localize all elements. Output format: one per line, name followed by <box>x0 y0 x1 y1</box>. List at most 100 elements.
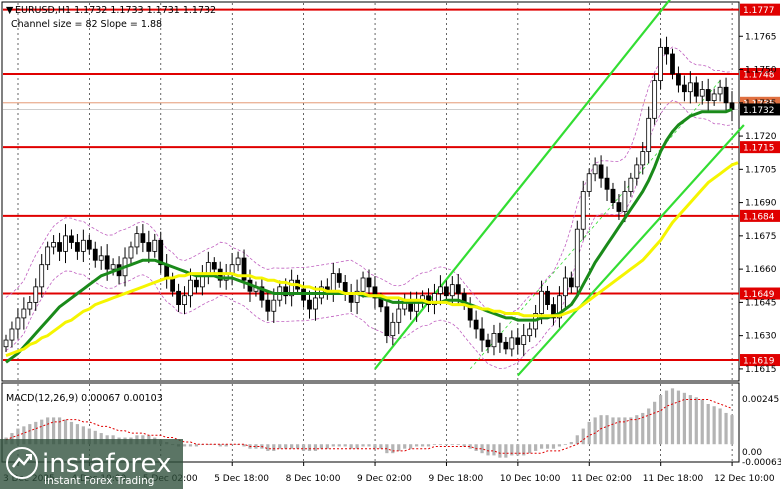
ytick-label-7: 1.1660 <box>745 265 777 275</box>
macd-bar-73 <box>438 444 443 446</box>
price-axis: 1.1765 1.1750 1.1735 1.1720 1.1705 1.1690 1.16… <box>739 32 777 375</box>
macd-bar-47 <box>284 444 288 449</box>
candle-body-39 <box>235 257 241 266</box>
level-label-0: 1.1777 <box>743 6 775 16</box>
macd-bar-66 <box>397 444 401 451</box>
candle-body-87 <box>521 335 527 345</box>
macd-tick-zero: 0.00 <box>742 448 762 458</box>
candle-body-94 <box>562 277 568 297</box>
candle-body-96 <box>574 228 580 288</box>
candle-body-85 <box>509 337 515 350</box>
xtick-label-7: 10 Dec 10:00 <box>500 474 561 484</box>
candle-body-101 <box>604 177 610 190</box>
macd-bar-94 <box>563 444 567 446</box>
macd-bar-55 <box>331 444 335 447</box>
price-chart[interactable]: 1.17771.17481.17151.16841.16491.16191.17… <box>0 0 781 489</box>
macd-bar-119 <box>712 406 716 445</box>
macd-bar-52 <box>313 444 318 451</box>
candle-body-80 <box>479 328 485 341</box>
macd-bar-32 <box>194 444 199 447</box>
candle-body-4 <box>27 301 33 310</box>
candle-body-99 <box>592 164 598 175</box>
candle-body-112 <box>670 53 675 75</box>
macd-bar-112 <box>670 388 675 445</box>
macd-bar-97 <box>581 428 585 445</box>
candle-body-0 <box>3 339 9 348</box>
candle-body-25 <box>152 239 158 252</box>
macd-bar-70 <box>420 444 425 447</box>
candle-body-29 <box>176 290 181 306</box>
macd-bar-114 <box>682 392 686 445</box>
xtick-label-4: 8 Dec 10:00 <box>286 474 341 484</box>
candle-body-15 <box>92 248 98 261</box>
macd-bar-116 <box>694 397 698 445</box>
candle-body-107 <box>640 151 646 166</box>
logo-tagline: Instant Forex Trading <box>44 475 154 487</box>
candle-body-74 <box>443 286 449 297</box>
candle-body-115 <box>687 82 693 93</box>
macd-bar-62 <box>373 444 377 449</box>
symbol-info-icon: ▼ <box>6 5 14 16</box>
candle-body-55 <box>330 273 336 292</box>
candle-body-114 <box>681 84 687 93</box>
candle-body-73 <box>438 286 443 294</box>
ytick-label-9: 1.1630 <box>745 332 777 342</box>
candle-body-1 <box>9 328 15 341</box>
macd-bar-121 <box>724 412 728 445</box>
xtick-label-9: 11 Dec 18:00 <box>643 474 704 484</box>
candle-body-32 <box>194 279 199 288</box>
candle-body-102 <box>610 188 616 203</box>
candle-body-95 <box>568 277 574 288</box>
candle-body-88 <box>527 328 533 337</box>
macd-bar-100 <box>599 415 603 445</box>
candle-body-109 <box>652 80 658 119</box>
macd-bar-45 <box>272 444 276 451</box>
macd-bar-109 <box>653 401 657 445</box>
macd-bar-44 <box>266 444 270 451</box>
candle-body-31 <box>188 279 193 297</box>
macd-bar-61 <box>367 444 371 447</box>
ytick-label-2: 1.1735 <box>745 99 777 109</box>
candle-body-108 <box>646 117 652 152</box>
xtick-label-5: 9 Dec 02:00 <box>357 474 412 484</box>
candle-body-7 <box>45 246 51 266</box>
candle-body-82 <box>491 333 497 348</box>
macd-bar-122 <box>730 415 734 445</box>
candle-body-12 <box>75 242 80 252</box>
macd-bar-111 <box>664 390 669 445</box>
macd-bar-108 <box>647 408 651 445</box>
xtick-label-8: 11 Dec 02:00 <box>571 474 632 484</box>
candle-body-106 <box>634 164 640 179</box>
macd-bar-72 <box>432 444 437 446</box>
ytick-label-3: 1.1720 <box>745 132 777 142</box>
candle-body-97 <box>580 191 586 230</box>
macd-bar-63 <box>379 444 383 449</box>
candle-body-21 <box>128 246 134 259</box>
macd-bar-83 <box>498 444 502 458</box>
candle-body-103 <box>616 202 622 212</box>
candle-body-6 <box>39 264 45 288</box>
macd-bar-76 <box>456 444 460 446</box>
candle-body-5 <box>33 286 39 303</box>
macd-tick-bottom: -0.00063 <box>742 458 781 468</box>
symbol-info: EURUSD,H1 1.1732 1.1733 1.1731 1.1732 <box>15 5 216 16</box>
candle-body-16 <box>98 255 104 261</box>
level-label-2: 1.1715 <box>743 144 775 154</box>
candle-body-117 <box>699 89 705 97</box>
macd-bar-74 <box>444 444 448 446</box>
candle-body-9 <box>57 242 62 252</box>
candle-body-34 <box>205 262 211 274</box>
ytick-label-8: 1.1645 <box>745 298 777 308</box>
candle-body-22 <box>134 233 140 248</box>
candle-body-91 <box>545 290 550 306</box>
macd-label: MACD(12,26,9) 0.00067 0.00103 <box>6 393 163 404</box>
macd-bar-90 <box>539 444 544 449</box>
candle-body-81 <box>485 339 491 348</box>
candle-body-105 <box>628 177 634 192</box>
candle-body-84 <box>503 341 509 350</box>
macd-bar-81 <box>486 444 490 456</box>
candle-body-100 <box>598 164 604 179</box>
macd-bar-110 <box>658 395 663 445</box>
macd-bar-105 <box>629 417 633 445</box>
macd-bar-53 <box>319 444 323 449</box>
